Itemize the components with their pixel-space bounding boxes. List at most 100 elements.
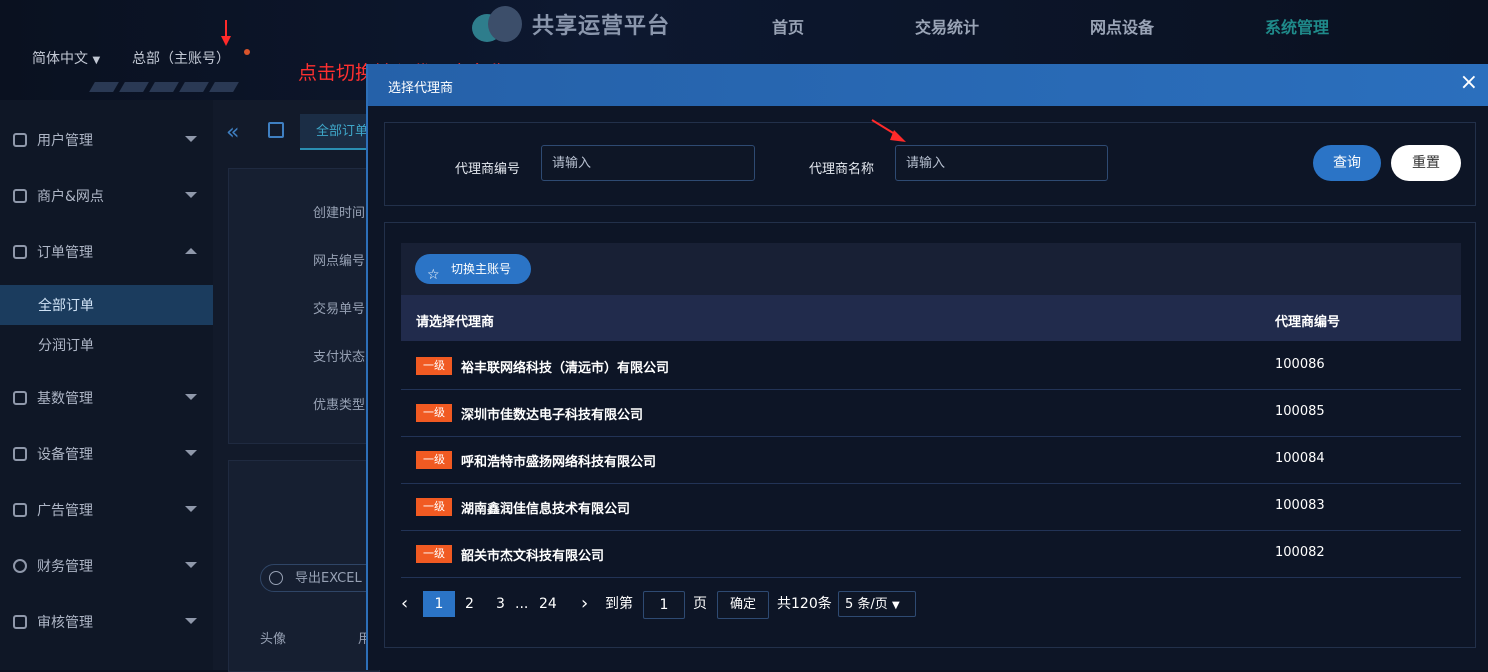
sidebar-item-review[interactable]: 审核管理 — [0, 594, 213, 650]
page-1[interactable]: 1 — [423, 591, 455, 617]
agent-code-input[interactable]: 请输入 — [541, 145, 755, 181]
chevron-down-icon — [185, 562, 197, 568]
export-excel-button[interactable]: 导出EXCEL — [260, 564, 380, 592]
collapse-sidebar-icon[interactable]: « — [226, 120, 239, 145]
status-dot — [244, 49, 250, 55]
agent-name: 裕丰联网络科技（清远市）有限公司 — [461, 361, 670, 376]
sidebar-item-merchants[interactable]: 商户&网点 — [0, 168, 213, 224]
chevron-down-icon: ▼ — [92, 55, 101, 66]
chevron-down-icon — [185, 450, 197, 456]
account-switcher[interactable]: 总部（主账号） — [132, 48, 230, 68]
switch-main-account-button[interactable]: ☆ 切换主账号 — [415, 254, 531, 284]
chevron-down-icon — [185, 506, 197, 512]
filter-label-pay-status: 支付状态 — [313, 350, 366, 365]
table-header-avatar: 头像 — [260, 632, 287, 647]
filter-label-outlet-code: 网点编号 — [313, 254, 366, 269]
sidebar-item-device-management[interactable]: 设备管理 — [0, 426, 213, 482]
logo-text: 共享运营平台 — [532, 14, 671, 39]
chevron-down-icon — [185, 136, 197, 142]
agent-code: 100083 — [1275, 498, 1325, 513]
filter-label-trade-no: 交易单号 — [313, 302, 366, 317]
language-label: 简体中文 — [32, 51, 88, 67]
nav-outlet-devices[interactable]: 网点设备 — [1090, 14, 1154, 38]
select-agent-modal: 选择代理商 × 代理商编号 请输入 代理商名称 请输入 查询 重置 ☆ 切换主账号… — [366, 64, 1488, 670]
agent-name: 湖南鑫润佳信息技术有限公司 — [461, 502, 631, 517]
thumb-icon — [13, 391, 27, 405]
sidebar-item-label: 财务管理 — [37, 559, 93, 575]
sidebar-item-label: 设备管理 — [37, 447, 93, 463]
edit-icon — [13, 615, 27, 629]
goto-page-input[interactable]: 1 — [643, 591, 685, 619]
chevron-left-icon[interactable]: ‹ — [401, 591, 408, 617]
chevron-up-icon — [185, 248, 197, 254]
sidebar-item-label: 广告管理 — [37, 503, 93, 519]
level-badge: 一级 — [416, 498, 452, 516]
close-icon[interactable]: × — [1460, 72, 1478, 94]
query-button[interactable]: 查询 — [1313, 145, 1381, 181]
filter-label-discount-type: 优惠类型 — [313, 398, 366, 413]
chevron-down-icon — [185, 192, 197, 198]
agent-name: 深圳市佳数达电子科技有限公司 — [461, 408, 644, 423]
download-icon — [269, 571, 283, 585]
chevron-down-icon — [185, 618, 197, 624]
sidebar-item-orders[interactable]: 订单管理 — [0, 224, 213, 280]
modal-title: 选择代理商 — [388, 81, 454, 96]
page-unit-label: 页 — [693, 596, 707, 612]
level-badge: 一级 — [416, 404, 452, 422]
nav-home[interactable]: 首页 — [772, 14, 804, 38]
table-row[interactable]: 一级 湖南鑫润佳信息技术有限公司 100083 — [401, 483, 1461, 531]
sidebar-item-base-management[interactable]: 基数管理 — [0, 370, 213, 426]
agent-code: 100086 — [1275, 357, 1325, 372]
level-badge: 一级 — [416, 357, 452, 375]
sidebar-item-ad-management[interactable]: 广告管理 — [0, 482, 213, 538]
sidebar-item-label: 订单管理 — [37, 245, 93, 261]
agent-code: 100084 — [1275, 451, 1325, 466]
sidebar-item-label: 审核管理 — [37, 615, 93, 631]
nav-trade-stats[interactable]: 交易统计 — [915, 14, 979, 38]
sidebar-item-user-management[interactable]: 用户管理 — [0, 112, 213, 168]
column-header-code: 代理商编号 — [1275, 315, 1341, 330]
agent-code-label: 代理商编号 — [455, 162, 521, 177]
page-2[interactable]: 2 — [465, 591, 474, 617]
goto-label: 到第 — [605, 596, 633, 612]
confirm-goto-button[interactable]: 确定 — [717, 591, 769, 619]
page-size-value: 5 条/页 — [845, 597, 888, 612]
table-row[interactable]: 一级 呼和浩特市盛扬网络科技有限公司 100084 — [401, 436, 1461, 484]
image-icon — [13, 503, 27, 517]
home-icon[interactable] — [268, 122, 284, 138]
agent-name-label: 代理商名称 — [809, 162, 875, 177]
clipboard-icon — [13, 245, 27, 259]
logo-mark-icon — [472, 6, 524, 42]
agent-table-panel: ☆ 切换主账号 请选择代理商 代理商编号 一级 裕丰联网络科技（清远市）有限公司 … — [384, 222, 1476, 648]
sidebar-subitem-all-orders[interactable]: 全部订单 — [0, 285, 213, 325]
sidebar-item-finance[interactable]: 财务管理 — [0, 538, 213, 594]
dollar-icon — [13, 559, 27, 573]
language-selector[interactable]: 简体中文 ▼ — [32, 48, 100, 68]
decorative-stripes — [89, 82, 239, 92]
agent-code: 100085 — [1275, 404, 1325, 419]
sidebar-item-label: 基数管理 — [37, 391, 93, 407]
cube-icon — [13, 189, 27, 203]
chevron-right-icon[interactable]: › — [581, 591, 588, 617]
nav-system-management[interactable]: 系统管理 — [1265, 14, 1329, 38]
table-row[interactable]: 一级 韶关市杰文科技有限公司 100082 — [401, 530, 1461, 578]
table-row[interactable]: 一级 裕丰联网络科技（清远市）有限公司 100086 — [401, 342, 1461, 390]
annotation-arrow-icon — [871, 119, 906, 142]
device-icon — [13, 447, 27, 461]
chevron-down-icon: ▼ — [891, 600, 900, 611]
page-24[interactable]: 24 — [539, 591, 557, 617]
switch-main-account-label: 切换主账号 — [451, 262, 512, 276]
table-header: 请选择代理商 代理商编号 — [401, 295, 1461, 341]
sidebar-subitem-profit-orders[interactable]: 分润订单 — [0, 325, 213, 365]
total-count: 共120条 — [777, 596, 832, 612]
page-size-select[interactable]: 5 条/页 ▼ — [838, 591, 916, 617]
agent-name-input[interactable]: 请输入 — [895, 145, 1108, 181]
reset-button[interactable]: 重置 — [1391, 145, 1461, 181]
filter-label-created-time: 创建时间 — [313, 206, 366, 221]
level-badge: 一级 — [416, 545, 452, 563]
tab-all-orders[interactable]: 全部订单 — [300, 114, 372, 150]
page-ellipsis[interactable]: ... — [515, 591, 528, 617]
page-3[interactable]: 3 — [496, 591, 505, 617]
pagination: ‹ 1 2 3 ... 24 › 到第 1 页 确定 共120条 5 条/页 ▼ — [401, 591, 1461, 619]
table-row[interactable]: 一级 深圳市佳数达电子科技有限公司 100085 — [401, 389, 1461, 437]
